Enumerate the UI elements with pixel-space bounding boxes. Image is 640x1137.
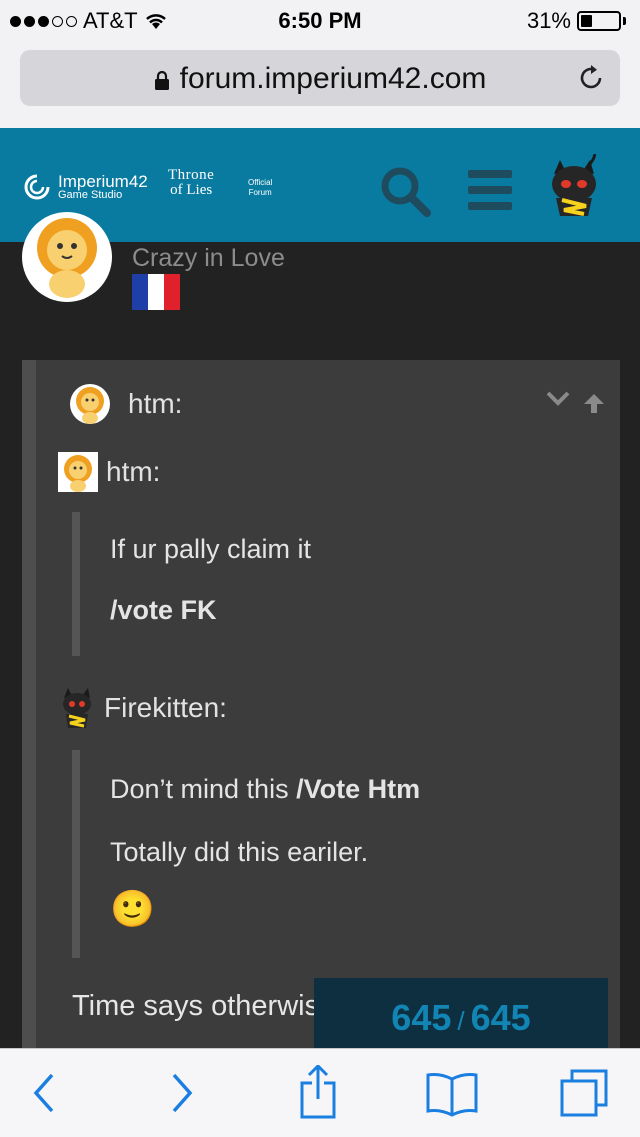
status-right: 31%	[527, 8, 626, 34]
bookmarks-icon[interactable]	[426, 1071, 478, 1117]
throne-of-lies-logo[interactable]: Throne of Lies	[168, 168, 214, 198]
user-avatar-icon[interactable]	[544, 154, 604, 220]
progress-separator: /	[457, 1006, 465, 1036]
post-author-avatar[interactable]	[22, 212, 112, 302]
france-flag-icon	[132, 274, 180, 310]
nested-quote-line: If ur pally claim it	[110, 534, 312, 564]
hamburger-menu-icon[interactable]	[466, 168, 514, 212]
imperium42-logo[interactable]: Imperium42 Game Studio	[22, 172, 148, 202]
lion-icon	[37, 218, 97, 298]
nested-quote-header: htm:	[58, 452, 160, 492]
battery-icon	[577, 11, 621, 31]
official-forum-label: Official Forum	[248, 178, 272, 199]
smile-emoji-icon: 🙂	[110, 888, 155, 929]
user-title: Crazy in Love	[132, 244, 285, 272]
official-line1: Official	[248, 178, 273, 187]
firekitten-vote: /Vote Htm	[296, 774, 421, 804]
quote-header: htm:	[70, 384, 182, 424]
progress-current: 645	[391, 997, 452, 1038]
safari-toolbar	[0, 1048, 640, 1137]
game-title-line2: of Lies	[170, 182, 213, 198]
firekitten-name: Firekitten:	[104, 692, 227, 723]
official-line2: Forum	[248, 188, 272, 198]
share-icon[interactable]	[298, 1065, 338, 1119]
quote-author-avatar[interactable]	[70, 384, 110, 424]
nested-author-name: htm:	[106, 456, 161, 487]
arrow-up-icon[interactable]	[582, 392, 606, 414]
search-icon[interactable]	[378, 164, 432, 218]
url-text: forum.imperium42.com	[179, 62, 487, 95]
game-title-line1: Throne	[168, 167, 215, 183]
status-bar: AT&T 6:50 PM 31%	[0, 0, 640, 40]
address-bar[interactable]: forum.imperium42.com	[20, 50, 620, 106]
nested-quote-firekitten: Don’t mind this /Vote Htm Totally did th…	[72, 750, 612, 958]
battery-percent: 31%	[526, 8, 571, 33]
swirl-logo-icon	[24, 174, 50, 200]
brand-subtitle: Game Studio	[58, 189, 123, 201]
lion-icon	[76, 387, 104, 424]
quote-author-name[interactable]: htm:	[128, 388, 182, 420]
reload-icon[interactable]	[576, 63, 606, 93]
quote-block: htm: htm: If ur pally claim it /vote FK	[22, 360, 620, 1060]
browser-chrome: AT&T 6:50 PM 31% forum.imperium42.com	[0, 0, 640, 129]
firekitten-line2: Totally did this eariler.	[110, 837, 369, 867]
lion-icon	[64, 455, 92, 492]
lock-icon	[154, 70, 169, 91]
nested-quote-htm: If ur pally claim it /vote FK	[72, 512, 612, 656]
url-display[interactable]: forum.imperium42.com	[20, 62, 620, 96]
forward-icon[interactable]	[168, 1071, 198, 1115]
firekitten-line1: Don’t mind this	[110, 774, 297, 804]
tabs-icon[interactable]	[558, 1067, 610, 1119]
back-icon[interactable]	[28, 1071, 58, 1115]
firekitten-avatar-icon	[63, 688, 91, 728]
brand-title: Imperium42	[58, 172, 148, 191]
firekitten-quote-header: Firekitten:	[58, 686, 227, 730]
nested-quote-vote: /vote FK	[110, 595, 217, 625]
post-body-text: Time says otherwis	[72, 990, 320, 1022]
progress-total: 645	[470, 997, 531, 1038]
post-progress-indicator[interactable]: 645/645	[314, 978, 608, 1050]
nested-author-avatar	[58, 452, 98, 492]
chevron-down-icon[interactable]	[546, 390, 570, 408]
